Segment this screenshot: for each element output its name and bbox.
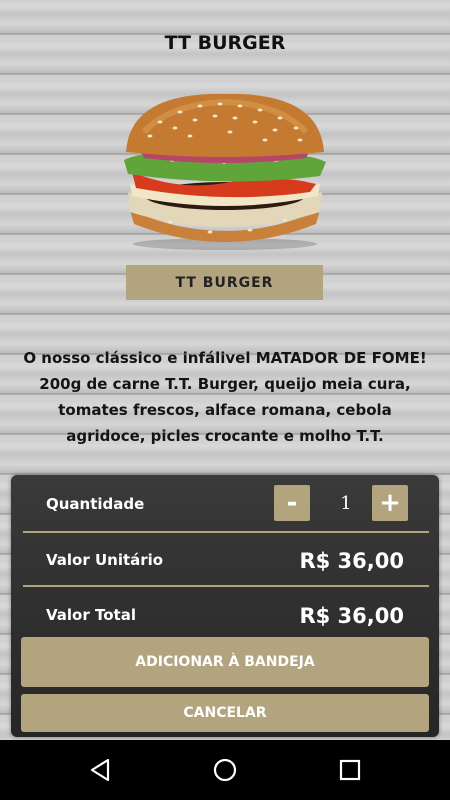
unit-price-value: R$ 36,00 xyxy=(299,549,404,573)
home-icon[interactable] xyxy=(211,756,239,784)
product-name-badge: TT BURGER xyxy=(126,265,323,300)
quantity-label: Quantidade xyxy=(46,495,145,513)
recents-icon[interactable] xyxy=(336,756,364,784)
total-price-value: R$ 36,00 xyxy=(299,604,404,628)
system-navigation-bar xyxy=(0,740,450,800)
cancel-button[interactable]: CANCELAR xyxy=(21,694,429,732)
total-price-label: Valor Total xyxy=(46,606,136,624)
burger-image xyxy=(124,93,326,250)
add-to-tray-button[interactable]: ADICIONAR À BANDEJA xyxy=(21,637,429,687)
product-description: O nosso clássico e infálivel MATADOR DE … xyxy=(23,349,427,445)
divider xyxy=(23,585,429,587)
order-panel: Quantidade - 1 + Valor Unitário R$ 36,00… xyxy=(11,475,439,737)
page-title: TT BURGER xyxy=(164,32,286,54)
divider xyxy=(23,531,429,533)
quantity-value: 1 xyxy=(340,493,352,514)
decrease-quantity-button[interactable]: - xyxy=(274,485,310,521)
increase-quantity-button[interactable]: + xyxy=(372,485,408,521)
back-icon[interactable] xyxy=(86,756,114,784)
unit-price-label: Valor Unitário xyxy=(46,551,164,569)
